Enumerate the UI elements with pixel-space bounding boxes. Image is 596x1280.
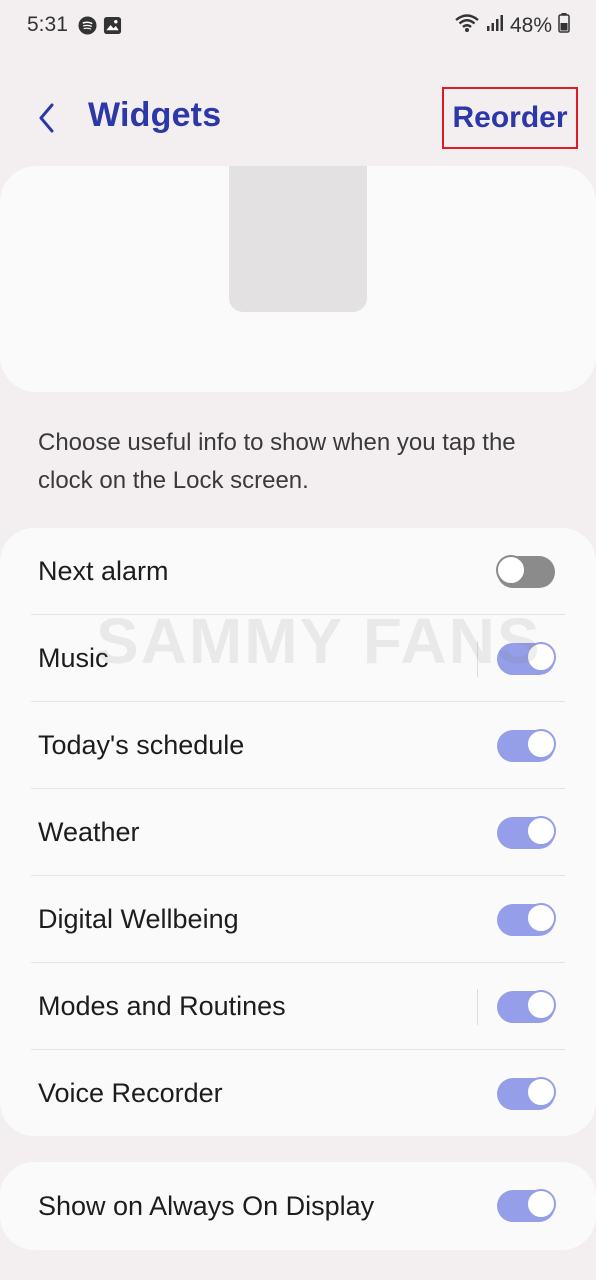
- next-alarm-toggle[interactable]: [496, 555, 555, 588]
- app-header: Widgets Reorder: [0, 78, 596, 158]
- page-title: Widgets: [88, 96, 222, 134]
- widget-label: Today's schedule: [38, 730, 245, 760]
- wifi-icon: [454, 13, 480, 39]
- description-text: Choose useful info to show when you tap …: [38, 429, 516, 494]
- widget-preview-card: [0, 166, 596, 392]
- status-bar: 5:31 48%: [0, 0, 596, 52]
- voice-recorder-toggle[interactable]: [497, 1077, 556, 1110]
- widget-row-weather[interactable]: Weather: [0, 789, 596, 876]
- widget-row-next-alarm[interactable]: Next alarm: [0, 528, 596, 615]
- spotify-icon: [78, 16, 97, 40]
- digital-wellbeing-toggle[interactable]: [497, 903, 556, 936]
- aod-label: Show on Always On Display: [38, 1191, 375, 1221]
- always-on-display-card: Show on Always On Display: [0, 1162, 596, 1250]
- todays-schedule-toggle[interactable]: [497, 729, 556, 762]
- widget-row-music[interactable]: Music: [0, 615, 596, 702]
- widget-row-voice-recorder[interactable]: Voice Recorder: [0, 1050, 596, 1137]
- widget-preview-placeholder: [229, 166, 367, 312]
- widgets-list: Next alarm Music Today's schedule Weathe…: [0, 528, 596, 1136]
- battery-icon: [558, 13, 570, 39]
- always-on-display-toggle[interactable]: [497, 1189, 556, 1222]
- widget-row-todays-schedule[interactable]: Today's schedule: [0, 702, 596, 789]
- widget-row-modes-and-routines[interactable]: Modes and Routines: [0, 963, 596, 1050]
- reorder-label: Reorder: [452, 101, 568, 134]
- widget-label: Music: [38, 643, 109, 673]
- modes-and-routines-toggle[interactable]: [497, 990, 556, 1023]
- widget-label: Modes and Routines: [38, 991, 286, 1021]
- music-toggle[interactable]: [497, 642, 556, 675]
- gallery-icon: [103, 16, 122, 40]
- widget-label: Voice Recorder: [38, 1078, 223, 1108]
- widget-label: Digital Wellbeing: [38, 904, 239, 934]
- signal-icon: [486, 14, 504, 38]
- chevron-left-icon: [30, 103, 66, 144]
- battery-percent: 48%: [509, 14, 552, 37]
- always-on-display-row[interactable]: Show on Always On Display: [0, 1162, 596, 1250]
- widget-label: Next alarm: [38, 556, 169, 586]
- weather-toggle[interactable]: [497, 816, 556, 849]
- reorder-button[interactable]: Reorder: [442, 87, 578, 149]
- back-button[interactable]: [30, 96, 66, 140]
- vertical-separator: [477, 641, 478, 677]
- vertical-separator: [477, 989, 478, 1025]
- widget-label: Weather: [38, 817, 140, 847]
- widget-row-digital-wellbeing[interactable]: Digital Wellbeing: [0, 876, 596, 963]
- status-time: 5:31: [27, 13, 68, 36]
